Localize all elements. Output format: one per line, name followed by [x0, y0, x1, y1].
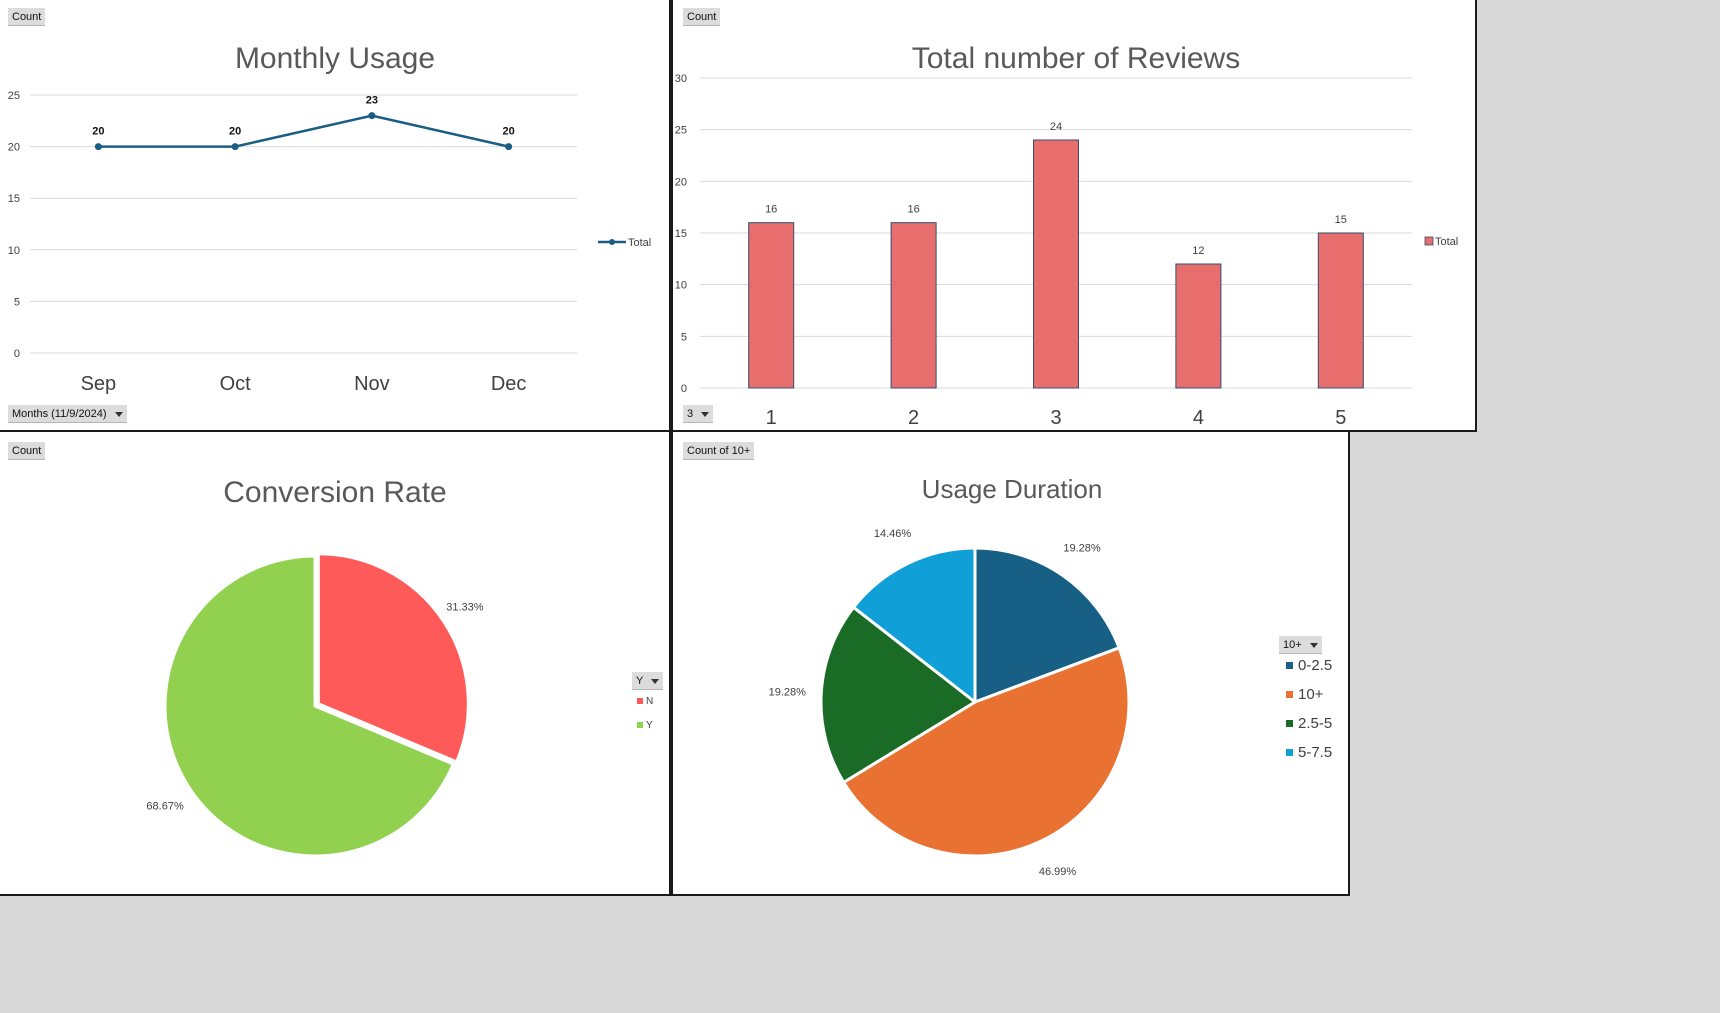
y-tick-label: 0 — [14, 348, 20, 360]
bar-rating-1 — [748, 222, 795, 389]
legend-label-2-5-5: 2.5-5 — [1298, 715, 1332, 732]
usage-duration-panel: Count of 10+ Usage Duration 19.28% 46.99% 1… — [671, 430, 1350, 896]
legend-swatch-10 — [1286, 691, 1293, 698]
duration-legend-filter-button[interactable]: 10+ — [1279, 636, 1322, 654]
x-tick-label-3: 3 — [1050, 407, 1061, 429]
x-tick-label-4: 4 — [1193, 407, 1204, 429]
legend-label-n: N — [646, 696, 653, 707]
months-axis-field-button[interactable]: Months (11/9/2024) — [8, 405, 127, 423]
conversion-rate-panel: Count Conversion Rate 31.33% 68.67% N Y Y — [0, 430, 671, 896]
x-tick-label-5: 5 — [1335, 407, 1346, 429]
data-label: 24 — [1050, 121, 1062, 133]
legend-label-total: Total — [1435, 236, 1458, 248]
y-tick-label: 20 — [675, 176, 687, 188]
reviews-panel: Count Total number of Reviews 0 5 10 15 20 25 3… — [671, 0, 1477, 432]
legend-label-10: 10+ — [1298, 686, 1324, 703]
bar-rating-3 — [1033, 139, 1079, 389]
data-label: 15 — [1335, 214, 1347, 226]
y-tick-label: 15 — [675, 228, 687, 240]
bar-rating-2 — [890, 222, 937, 389]
chart-title: Total number of Reviews — [912, 42, 1240, 75]
conversion-legend-filter-label: Y — [636, 675, 644, 687]
legend-label-total: Total — [628, 237, 651, 249]
data-label-2-5-5: 19.28% — [769, 686, 807, 698]
y-tick-label: 15 — [8, 193, 20, 205]
data-label: 12 — [1192, 245, 1204, 257]
data-point-dec — [505, 143, 513, 151]
x-tick-label-sep: Sep — [81, 373, 117, 395]
data-point-oct — [231, 143, 239, 151]
data-point-nov — [368, 112, 376, 120]
y-tick-label: 30 — [675, 73, 687, 85]
chart-title: Conversion Rate — [223, 476, 446, 509]
data-label-n: 31.33% — [446, 601, 484, 613]
duration-legend-filter-label: 10+ — [1283, 639, 1302, 651]
reviews-chart: Total number of Reviews05101520253016 162… — [675, 42, 1459, 429]
data-label-5-7-5: 14.46% — [874, 528, 912, 540]
data-label: 23 — [366, 95, 378, 107]
y-tick-label: 10 — [675, 280, 687, 292]
data-label: 16 — [765, 204, 777, 216]
usage-duration-chart: Usage Duration 19.28% 46.99% 19.28% 14.46% 0-… — [769, 474, 1333, 878]
legend-swatch-n — [637, 698, 643, 704]
bar-rating-5 — [1317, 232, 1364, 389]
data-label: 16 — [907, 204, 919, 216]
legend-swatch-5-7-5 — [1286, 749, 1293, 756]
legend-swatch-total — [1424, 236, 1434, 246]
bar-rating-4 — [1175, 263, 1222, 389]
data-label: 20 — [92, 126, 104, 138]
x-tick-label-nov: Nov — [354, 373, 390, 395]
legend-swatch-2-5-5 — [1286, 720, 1293, 727]
y-tick-label: 0 — [681, 383, 687, 395]
legend-label-0-2-5: 0-2.5 — [1298, 657, 1332, 674]
series-line-total — [98, 114, 509, 148]
months-axis-field-label: Months (11/9/2024) — [12, 408, 107, 420]
x-tick-label-dec: Dec — [491, 373, 527, 395]
legend-label-5-7-5: 5-7.5 — [1298, 744, 1332, 761]
x-tick-label-1: 1 — [766, 407, 777, 429]
y-tick-label: 25 — [675, 125, 687, 137]
legend-point-marker — [609, 239, 615, 245]
conversion-legend-filter-button[interactable]: Y — [632, 672, 664, 690]
legend-label-y: Y — [646, 720, 653, 731]
monthly-usage-chart: Monthly Usage 0 5 10 15 20 25 Sep Oct Nov Dec 20 20 2… — [8, 42, 652, 395]
data-label: 20 — [229, 126, 241, 138]
x-tick-label-oct: Oct — [220, 373, 252, 395]
rating-filter-button[interactable]: 3 — [683, 405, 714, 423]
legend-swatch-0-2-5 — [1286, 662, 1293, 669]
legend-swatch-y — [637, 722, 643, 728]
y-tick-label: 25 — [8, 90, 20, 102]
data-point-sep — [94, 143, 102, 151]
y-tick-label: 20 — [8, 142, 20, 154]
conversion-rate-chart: Conversion Rate31.33%68.67%NY — [146, 476, 653, 858]
data-label-10: 46.99% — [1039, 866, 1077, 878]
data-label-y: 68.67% — [146, 801, 184, 813]
rating-filter-label: 3 — [687, 408, 694, 420]
y-tick-label: 10 — [8, 245, 20, 257]
y-tick-label: 5 — [14, 296, 20, 308]
chart-title: Monthly Usage — [235, 42, 435, 75]
monthly-usage-panel: Count Monthly Usage 0 5 10 15 20 25 Sep Oct Nov De… — [0, 0, 671, 432]
data-label-0-2-5: 19.28% — [1063, 542, 1101, 554]
x-tick-label-2: 2 — [908, 407, 919, 429]
y-tick-label: 5 — [681, 331, 687, 343]
data-label: 20 — [503, 126, 515, 138]
chart-title: Usage Duration — [922, 474, 1103, 504]
